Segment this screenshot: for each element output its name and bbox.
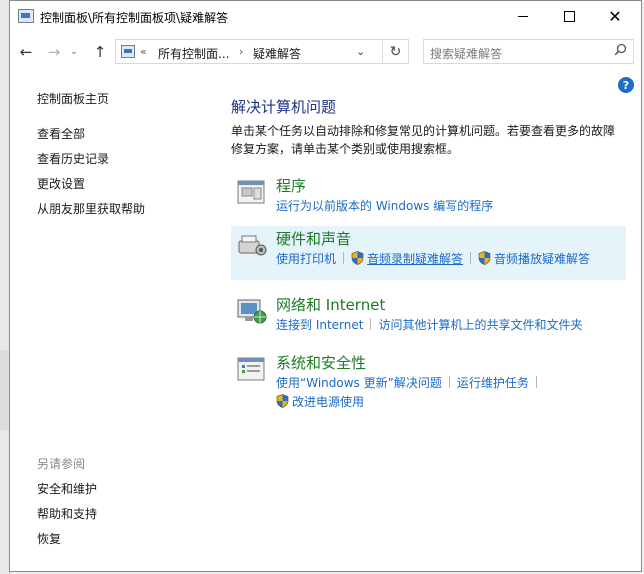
hardware-sound-icon[interactable] <box>236 231 268 261</box>
sidebar-item-change-settings[interactable]: 更改设置 <box>37 175 85 192</box>
category-hardware-sound-title[interactable]: 硬件和声音 <box>276 228 351 249</box>
link-separator <box>535 376 537 388</box>
link-run-old-programs[interactable]: 运行为以前版本的 Windows 编写的程序 <box>276 199 493 213</box>
category-programs-links: 运行为以前版本的 Windows 编写的程序 <box>276 197 493 214</box>
close-button[interactable]: ✕ <box>592 1 638 32</box>
category-programs: 程序 运行为以前版本的 Windows 编写的程序 <box>231 173 626 217</box>
breadcrumb-all-items[interactable]: 所有控制面... <box>158 45 229 62</box>
programs-icon[interactable] <box>236 178 268 208</box>
category-network-links: 连接到 Internet 访问其他计算机上的共享文件和文件夹 <box>276 316 582 333</box>
sidebar-item-view-history[interactable]: 查看历史记录 <box>37 150 109 167</box>
maximize-icon <box>563 11 575 22</box>
see-also-recovery[interactable]: 恢复 <box>37 530 61 547</box>
up-button[interactable]: ↑ <box>90 42 110 62</box>
navigation-bar: ← → ⌄ ↑ « 所有控制面... › 疑难解答 ⌄ ↻ 搜索疑难解答 <box>10 34 641 70</box>
sidebar-item-view-all[interactable]: 查看全部 <box>37 125 85 142</box>
recent-locations-button[interactable]: ⌄ <box>68 42 80 62</box>
link-separator <box>470 252 472 264</box>
forward-button[interactable]: → <box>44 42 64 62</box>
link-windows-update[interactable]: 使用“Windows 更新”解决问题 <box>276 376 442 390</box>
link-audio-playback-troubleshooter[interactable]: 音频播放疑难解答 <box>494 252 590 266</box>
see-also-help-support[interactable]: 帮助和支持 <box>37 505 97 522</box>
window-title: 控制面板\所有控制面板项\疑难解答 <box>40 11 229 25</box>
maximize-button[interactable] <box>546 1 592 32</box>
address-dropdown-icon[interactable]: ⌄ <box>356 45 365 58</box>
help-icon[interactable]: ? <box>618 77 634 93</box>
category-programs-title[interactable]: 程序 <box>276 175 306 196</box>
shield-icon <box>478 251 491 265</box>
see-also-heading: 另请参阅 <box>37 457 86 471</box>
breadcrumb-overflow[interactable]: « <box>140 45 147 58</box>
background-window-edge-detail <box>0 350 9 430</box>
page-description: 单击某个任务以自动排除和修复常见的计算机问题。若要查看更多的故障修复方案，请单击… <box>231 124 616 156</box>
link-connect-internet[interactable]: 连接到 Internet <box>276 318 363 332</box>
category-system-security: 系统和安全性 使用“Windows 更新”解决问题 运行维护任务 改进电源使用 <box>231 350 626 414</box>
link-run-maintenance[interactable]: 运行维护任务 <box>457 376 529 390</box>
see-also-security-maintenance[interactable]: 安全和维护 <box>37 480 97 497</box>
link-use-printer[interactable]: 使用打印机 <box>276 252 336 266</box>
minimize-icon <box>518 16 528 17</box>
title-bar[interactable]: 控制面板\所有控制面板项\疑难解答 ✕ <box>10 1 641 32</box>
minimize-button[interactable] <box>500 1 546 32</box>
sidebar-item-get-help-from-friend[interactable]: 从朋友那里获取帮助 <box>37 200 145 217</box>
network-icon[interactable] <box>236 297 268 327</box>
category-system-security-links-row2: 改进电源使用 <box>276 393 364 410</box>
shield-icon <box>276 394 289 408</box>
search-input[interactable]: 搜索疑难解答 <box>423 39 634 64</box>
breadcrumb-troubleshooting[interactable]: 疑难解答 <box>253 45 301 62</box>
control-panel-icon <box>121 45 135 58</box>
back-button[interactable]: ← <box>16 42 36 62</box>
link-separator <box>448 376 450 388</box>
link-separator <box>370 318 372 330</box>
link-separator <box>343 252 345 264</box>
breadcrumb-chevron-icon[interactable]: › <box>239 45 243 58</box>
search-icon[interactable] <box>614 43 627 60</box>
category-system-security-links: 使用“Windows 更新”解决问题 运行维护任务 <box>276 374 544 391</box>
refresh-icon: ↻ <box>389 43 402 60</box>
shield-icon <box>351 251 364 265</box>
category-hardware-sound: 硬件和声音 使用打印机 音频录制疑难解答 音频播放疑难解答 <box>231 226 626 280</box>
page-title: 解决计算机问题 <box>231 98 337 116</box>
link-access-shared-files[interactable]: 访问其他计算机上的共享文件和文件夹 <box>378 318 582 332</box>
link-audio-recording-troubleshooter[interactable]: 音频录制疑难解答 <box>367 252 463 266</box>
search-placeholder: 搜索疑难解答 <box>430 47 503 61</box>
category-system-security-title[interactable]: 系统和安全性 <box>276 352 366 373</box>
address-bar[interactable]: « 所有控制面... › 疑难解答 ⌄ <box>115 39 383 64</box>
category-network: 网络和 Internet 连接到 Internet 访问其他计算机上的共享文件和文… <box>231 292 626 336</box>
sidebar-item-control-panel-home[interactable]: 控制面板主页 <box>37 90 109 107</box>
refresh-button[interactable]: ↻ <box>383 39 409 64</box>
category-network-title[interactable]: 网络和 Internet <box>276 294 385 315</box>
troubleshooting-window: 控制面板\所有控制面板项\疑难解答 ✕ ← → ⌄ ↑ « 所有控制面... ›… <box>9 0 642 572</box>
control-panel-icon <box>18 9 34 23</box>
system-security-icon[interactable] <box>236 355 268 385</box>
category-hardware-sound-links: 使用打印机 音频录制疑难解答 音频播放疑难解答 <box>276 250 590 267</box>
close-icon: ✕ <box>608 6 622 26</box>
link-improve-power-usage[interactable]: 改进电源使用 <box>292 395 364 409</box>
